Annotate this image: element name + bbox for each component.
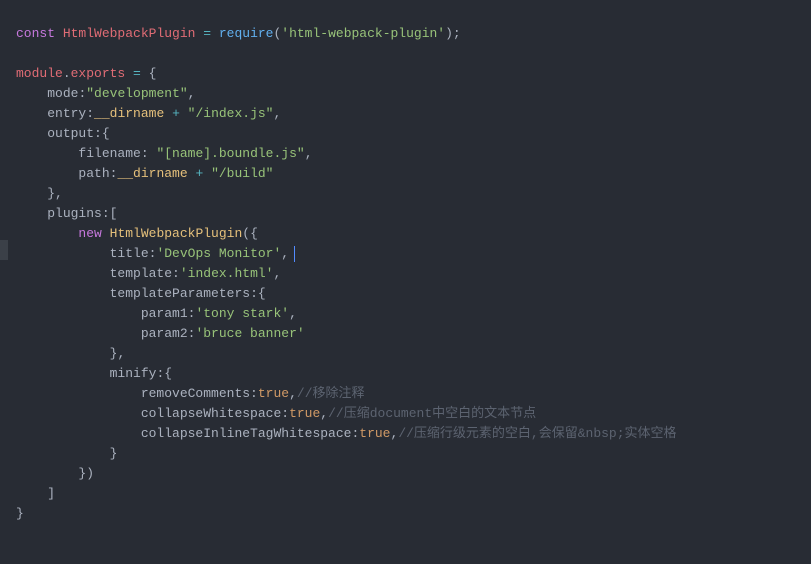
editor-gutter	[0, 0, 8, 513]
code-line: ]	[16, 486, 55, 501]
text-cursor	[294, 246, 295, 262]
code-line: filename: "[name].boundle.js",	[16, 146, 313, 161]
code-line: output:{	[16, 126, 110, 141]
code-line: collapseWhitespace:true,//压缩document中空白的…	[16, 406, 536, 421]
code-line: plugins:[	[16, 206, 117, 221]
code-line: const HtmlWebpackPlugin = require('html-…	[16, 26, 461, 41]
code-line: templateParameters:{	[16, 286, 266, 301]
code-line: mode:"development",	[16, 86, 195, 101]
code-editor[interactable]: const HtmlWebpackPlugin = require('html-…	[0, 0, 811, 513]
code-line: title:'DevOps Monitor',	[16, 246, 289, 261]
active-line-indicator	[0, 240, 8, 260]
code-line: },	[16, 186, 63, 201]
code-line: path:__dirname + "/build"	[16, 166, 274, 181]
code-line: param2:'bruce banner'	[16, 326, 305, 341]
code-line: template:'index.html',	[16, 266, 281, 281]
code-line: entry:__dirname + "/index.js",	[16, 106, 281, 121]
code-line: }	[16, 506, 24, 521]
code-line: minify:{	[16, 366, 172, 381]
code-line: module.exports = {	[16, 66, 156, 81]
code-line: }	[16, 446, 117, 461]
code-line: new HtmlWebpackPlugin({	[16, 226, 258, 241]
code-line: removeComments:true,//移除注释	[16, 386, 365, 401]
code-content[interactable]: const HtmlWebpackPlugin = require('html-…	[8, 0, 811, 513]
code-line: },	[16, 346, 125, 361]
code-line: collapseInlineTagWhitespace:true,//压缩行级元…	[16, 426, 677, 441]
code-line: })	[16, 466, 94, 481]
code-line: param1:'tony stark',	[16, 306, 297, 321]
